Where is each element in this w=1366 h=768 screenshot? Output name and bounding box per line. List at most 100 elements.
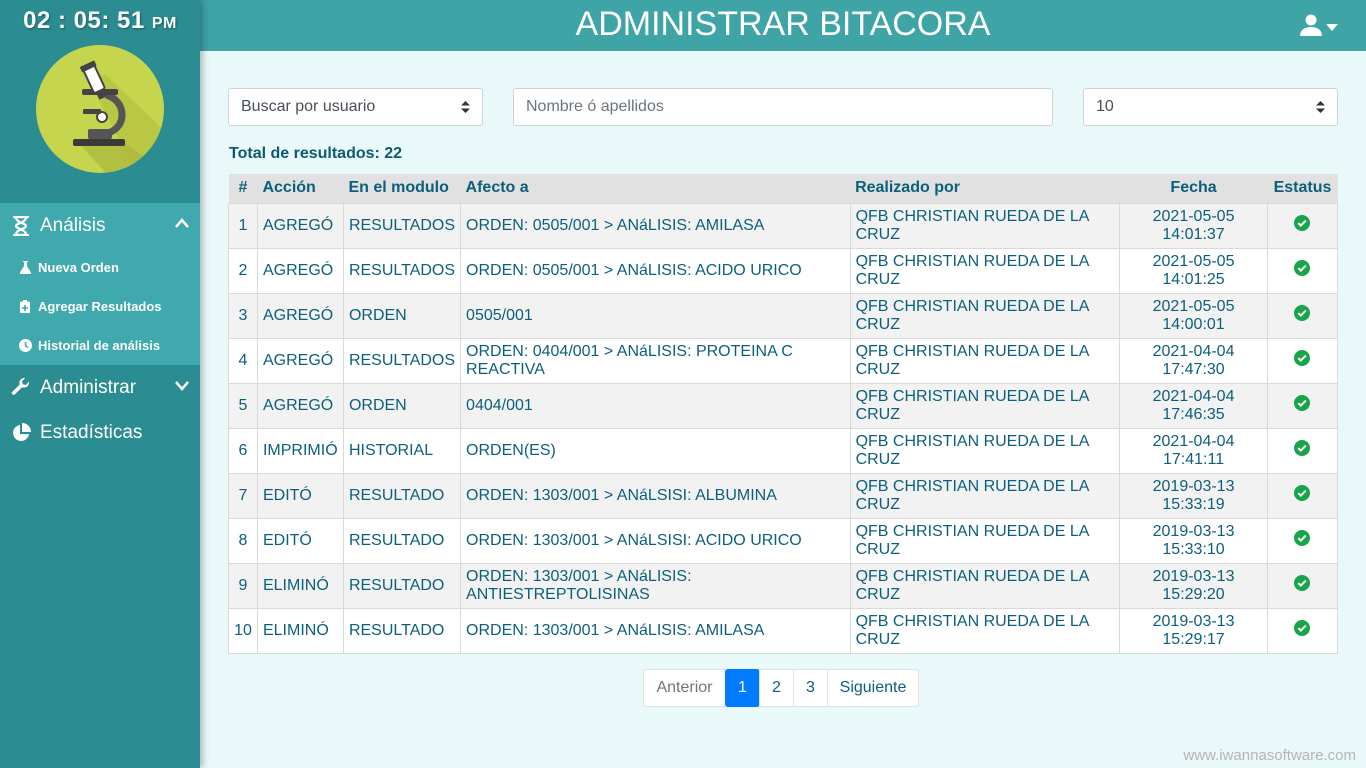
- cell-fecha-time: 15:33:10: [1162, 540, 1225, 558]
- menu-administrar-label: Administrar: [40, 376, 137, 398]
- sidebar: 02 : 05: 51 PM Análisis Nueva Orden Agre…: [0, 0, 200, 768]
- cell-afecto: 0505/001: [460, 292, 851, 339]
- cell-num: 7: [228, 472, 258, 519]
- cell-num: 9: [228, 562, 258, 609]
- cell-accion: AGREGÓ: [256, 202, 344, 249]
- cell-fecha-date: 2021-05-05: [1152, 297, 1235, 315]
- page-button-3[interactable]: 3: [793, 669, 828, 707]
- wrench-icon: [10, 377, 32, 398]
- cell-realizado: QFB CHRISTIAN RUEDA DE LA CRUZ: [849, 202, 1121, 249]
- cell-fecha-date: 2021-05-05: [1152, 252, 1235, 270]
- sidebar-item-label: Agregar Resultados: [38, 299, 162, 314]
- cell-estatus: [1266, 247, 1339, 294]
- cell-fecha: 2021-05-05 14:01:37: [1119, 202, 1268, 249]
- table-row: 8 EDITÓ RESULTADO ORDEN: 1303/001 > ANáLSIS…: [228, 517, 1339, 564]
- cell-estatus: [1266, 427, 1339, 474]
- chevron-down-icon[interactable]: [174, 375, 190, 397]
- cell-fecha: 2019-03-13 15:33:10: [1119, 517, 1268, 564]
- cell-num: 3: [228, 292, 258, 339]
- cell-fecha: 2021-04-04 17:46:35: [1119, 382, 1268, 429]
- next-page-button[interactable]: Siguiente: [827, 669, 919, 707]
- sidebar-item-nueva-orden[interactable]: Nueva Orden: [0, 248, 200, 287]
- cell-modulo: RESULTADO: [342, 517, 462, 564]
- chevron-up-icon[interactable]: [174, 213, 190, 235]
- check-circle-icon: [1294, 440, 1311, 461]
- cell-accion: ELIMINÓ: [256, 562, 344, 609]
- clock: 02 : 05: 51 PM: [0, 0, 200, 40]
- cell-realizado: QFB CHRISTIAN RUEDA DE LA CRUZ: [849, 607, 1121, 654]
- cell-estatus: [1266, 472, 1339, 519]
- cell-realizado: QFB CHRISTIAN RUEDA DE LA CRUZ: [849, 517, 1121, 564]
- cell-fecha-date: 2021-04-04: [1152, 342, 1235, 360]
- search-by-select[interactable]: Buscar por usuario: [228, 88, 483, 126]
- cell-afecto: 0404/001: [460, 382, 851, 429]
- cell-accion: AGREGÓ: [256, 292, 344, 339]
- sidebar-item-label: Nueva Orden: [38, 260, 119, 275]
- table-row: 1 AGREGÓ RESULTADOS ORDEN: 0505/001 > ANáLI…: [228, 202, 1339, 249]
- check-circle-icon: [1294, 620, 1311, 641]
- cell-accion: EDITÓ: [256, 472, 344, 519]
- cell-fecha: 2019-03-13 15:33:19: [1119, 472, 1268, 519]
- cell-estatus: [1266, 562, 1339, 609]
- hourglass-icon: [10, 215, 32, 236]
- table-row: 6 IMPRIMIÓ HISTORIAL ORDEN(ES) QFB CHRISTIAN…: [228, 427, 1339, 474]
- menu-administrar[interactable]: Administrar: [0, 365, 200, 410]
- page-button-2[interactable]: 2: [759, 669, 794, 707]
- col-header-fecha: Fecha: [1119, 174, 1268, 203]
- cell-fecha-date: 2019-03-13: [1152, 522, 1235, 540]
- cell-accion: AGREGÓ: [256, 337, 344, 384]
- pie-chart-icon: [10, 422, 32, 443]
- cell-num: 2: [228, 247, 258, 294]
- cell-estatus: [1266, 202, 1339, 249]
- cell-fecha-date: 2019-03-13: [1152, 477, 1235, 495]
- cell-accion: AGREGÓ: [256, 382, 344, 429]
- cell-estatus: [1266, 337, 1339, 384]
- cell-fecha-time: 14:00:01: [1162, 315, 1225, 333]
- sidebar-item-historial[interactable]: Historial de análisis: [0, 326, 200, 365]
- cell-fecha: 2021-04-04 17:47:30: [1119, 337, 1268, 384]
- name-search-input[interactable]: Nombre ó apellidos: [513, 88, 1053, 126]
- cell-fecha: 2019-03-13 15:29:17: [1119, 607, 1268, 654]
- cell-modulo: ORDEN: [342, 292, 462, 339]
- page-button-1[interactable]: 1: [725, 669, 760, 707]
- cell-fecha: 2021-05-05 14:00:01: [1119, 292, 1268, 339]
- cell-fecha-time: 15:29:17: [1162, 630, 1225, 648]
- sidebar-item-label: Historial de análisis: [38, 338, 161, 353]
- total-results: Total de resultados: 22: [229, 145, 403, 162]
- prev-page-button[interactable]: Anterior: [643, 669, 726, 707]
- table-row: 7 EDITÓ RESULTADO ORDEN: 1303/001 > ANáLSIS…: [228, 472, 1339, 519]
- table-row: 5 AGREGÓ ORDEN 0404/001 QFB CHRISTIAN RUEDA …: [228, 382, 1339, 429]
- cell-realizado: QFB CHRISTIAN RUEDA DE LA CRUZ: [849, 382, 1121, 429]
- page-size-select[interactable]: 10: [1083, 88, 1338, 126]
- cell-fecha-time: 14:01:37: [1162, 225, 1225, 243]
- cell-afecto: ORDEN: 1303/001 > ANáLSISI: ACIDO URICO: [460, 517, 851, 564]
- cell-modulo: RESULTADO: [342, 607, 462, 654]
- cell-accion: EDITÓ: [256, 517, 344, 564]
- cell-fecha-time: 17:47:30: [1162, 360, 1225, 378]
- cell-accion: AGREGÓ: [256, 247, 344, 294]
- check-circle-icon: [1294, 305, 1311, 326]
- sidebar-item-agregar-resultados[interactable]: Agregar Resultados: [0, 287, 200, 326]
- cell-fecha-time: 14:01:25: [1162, 270, 1225, 288]
- page-title: ADMINISTRAR BITACORA: [575, 5, 991, 43]
- user-icon: [1300, 14, 1322, 41]
- cell-afecto: ORDEN: 1303/001 > ANáLSISI: ALBUMINA: [460, 472, 851, 519]
- cell-fecha: 2021-05-05 14:01:25: [1119, 247, 1268, 294]
- cell-num: 4: [228, 337, 258, 384]
- cell-realizado: QFB CHRISTIAN RUEDA DE LA CRUZ: [849, 292, 1121, 339]
- cell-afecto: ORDEN: 0505/001 > ANáLISIS: AMILASA: [460, 202, 851, 249]
- user-menu[interactable]: [1300, 14, 1338, 41]
- menu-estadisticas[interactable]: Estadísticas: [0, 410, 200, 455]
- cell-num: 10: [228, 607, 258, 654]
- cell-fecha: 2021-04-04 17:41:11: [1119, 427, 1268, 474]
- col-header-estatus: Estatus: [1267, 174, 1338, 203]
- col-header-realizado: Realizado por: [850, 174, 1120, 203]
- cell-fecha-date: 2019-03-13: [1152, 612, 1235, 630]
- microscope-logo-icon: [36, 45, 164, 173]
- cell-afecto: ORDEN(ES): [460, 427, 851, 474]
- menu-analisis[interactable]: Análisis: [0, 203, 200, 248]
- table-header-row: # Acción En el modulo Afecto a Realizado…: [228, 174, 1338, 203]
- clock-icon: [18, 339, 32, 352]
- cell-fecha-date: 2021-04-04: [1152, 432, 1235, 450]
- cell-estatus: [1266, 607, 1339, 654]
